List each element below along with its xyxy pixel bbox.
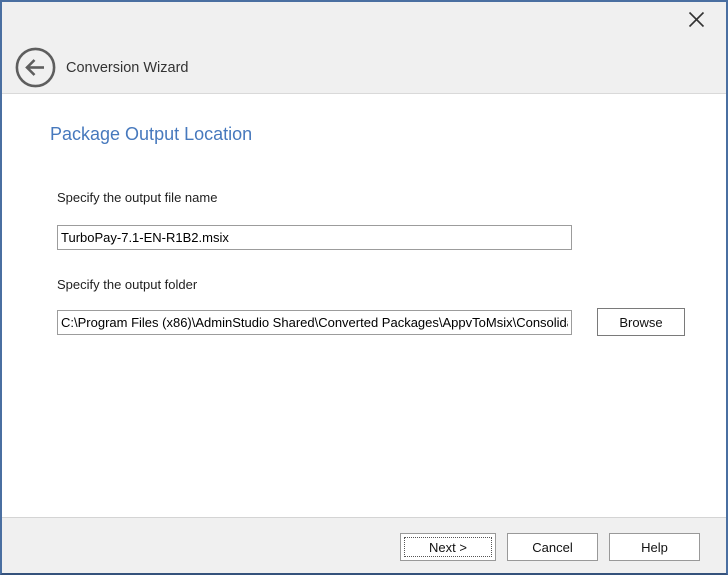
close-icon	[688, 11, 705, 31]
conversion-wizard-window: Conversion Wizard Package Output Locatio…	[0, 0, 728, 575]
output-file-name-input[interactable]	[57, 225, 572, 250]
close-button[interactable]	[682, 8, 710, 34]
output-file-name-label: Specify the output file name	[57, 190, 217, 205]
cancel-button[interactable]: Cancel	[507, 533, 598, 561]
output-folder-input[interactable]	[57, 310, 572, 335]
wizard-footer: Next > Cancel Help	[2, 517, 726, 573]
wizard-header: Conversion Wizard	[2, 2, 726, 94]
help-button[interactable]: Help	[609, 533, 700, 561]
back-button[interactable]	[15, 47, 56, 88]
wizard-title: Conversion Wizard	[66, 60, 189, 76]
wizard-page-content: Package Output Location Specify the outp…	[2, 95, 726, 516]
browse-button[interactable]: Browse	[597, 308, 685, 336]
back-arrow-icon	[15, 76, 56, 91]
page-title: Package Output Location	[50, 124, 252, 145]
next-button[interactable]: Next >	[400, 533, 496, 561]
output-folder-label: Specify the output folder	[57, 277, 197, 292]
